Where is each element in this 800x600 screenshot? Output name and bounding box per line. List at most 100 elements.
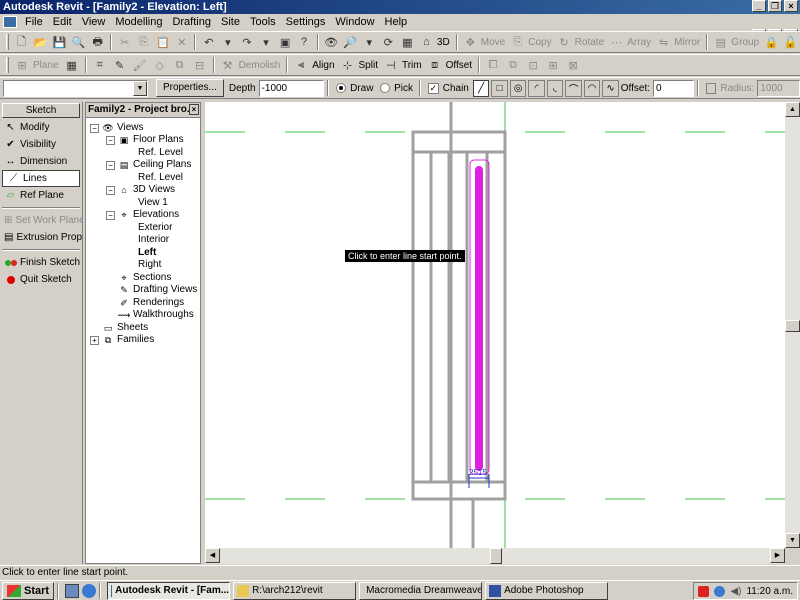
circle-tool-icon[interactable]: ◎: [509, 79, 527, 97]
menu-edit[interactable]: Edit: [48, 14, 77, 30]
rotate-icon[interactable]: ↻: [557, 34, 572, 50]
sketch-tab[interactable]: Sketch: [2, 103, 80, 118]
drawing-canvas[interactable]: 2515: [205, 102, 785, 548]
tree-node-renderings[interactable]: ✐ Renderings: [118, 297, 184, 309]
menu-help[interactable]: Help: [380, 14, 413, 30]
sketch-item-quit-sketch[interactable]: Quit Sketch: [0, 271, 82, 288]
sketch-item-dimension[interactable]: ↔ Dimension: [0, 153, 82, 170]
array-icon[interactable]: ⋯: [609, 34, 624, 50]
render-icon[interactable]: ▦: [400, 34, 415, 50]
sketch-item-visibility[interactable]: ✔ Visibility: [0, 136, 82, 153]
task-revit[interactable]: Autodesk Revit - [Fam...: [107, 581, 231, 600]
sketch-item-modify[interactable]: ↖ Modify: [0, 119, 82, 136]
radius-input[interactable]: 1000: [757, 79, 800, 97]
arc-3pt-tool-icon[interactable]: ◜: [528, 79, 545, 97]
redo-icon[interactable]: ↷: [239, 34, 254, 50]
print-icon[interactable]: 🖶: [90, 34, 105, 50]
tree-node-ceiling-plans[interactable]: − ▤ Ceiling Plans: [106, 159, 191, 171]
demolish-button[interactable]: Demolish: [239, 60, 281, 71]
horizontal-scroll-thumb[interactable]: [490, 548, 502, 564]
what-is-this-icon[interactable]: ?: [297, 34, 312, 50]
host-icon[interactable]: ⊠: [565, 57, 581, 73]
type-selector[interactable]: ▼: [3, 79, 148, 97]
tree-node-floor-ref-level[interactable]: Ref. Level: [138, 147, 183, 159]
tree-node-right[interactable]: Right: [138, 259, 161, 271]
copy-tool-icon[interactable]: ⎘: [510, 34, 525, 50]
scroll-down-icon[interactable]: ▼: [785, 533, 800, 548]
mirror-icon[interactable]: ⇋: [656, 34, 671, 50]
redo-dropdown-icon[interactable]: ▾: [259, 34, 274, 50]
spline-tool-icon[interactable]: ∿: [602, 79, 619, 97]
copy-button[interactable]: Copy: [528, 37, 551, 48]
title-bar[interactable]: Autodesk Revit - [Family2 - Elevation: L…: [0, 0, 800, 14]
internet-explorer-icon[interactable]: [82, 583, 97, 598]
tree-node-ceiling-ref-level[interactable]: Ref. Level: [138, 172, 183, 184]
draw-radio[interactable]: [336, 83, 347, 93]
unpin-icon[interactable]: ⊞: [545, 57, 561, 73]
tree-node-floor-plans[interactable]: − ▣ Floor Plans: [106, 134, 184, 146]
visibility-eye-icon[interactable]: 👁: [324, 34, 339, 50]
arc-center-tool-icon[interactable]: ◟: [546, 79, 564, 97]
tangent-arc-tool-icon[interactable]: ◠: [583, 79, 601, 97]
tree-node-3d-views[interactable]: − ⌂ 3D Views: [106, 184, 175, 196]
chevron-down-icon[interactable]: ▼: [132, 80, 147, 96]
pin-icon[interactable]: ⊡: [525, 57, 541, 73]
chain-checkbox[interactable]: ✓: [428, 82, 439, 94]
volume-icon[interactable]: ◀): [730, 586, 741, 597]
clock[interactable]: 11:20 a.m.: [746, 586, 793, 597]
align-button[interactable]: Align: [312, 60, 334, 71]
close-icon[interactable]: ×: [189, 104, 199, 115]
open-icon[interactable]: 📂: [33, 34, 48, 50]
group-icon[interactable]: ▤: [713, 34, 728, 50]
offset-input[interactable]: 0: [653, 79, 694, 97]
eyedropper-icon[interactable]: ✎: [112, 57, 128, 73]
paste-icon[interactable]: 📋: [155, 34, 170, 50]
plane-button[interactable]: Plane: [33, 60, 59, 71]
menu-window[interactable]: Window: [330, 14, 379, 30]
demolish-icon[interactable]: ⚒: [220, 57, 236, 73]
print-preview-icon[interactable]: 🔍: [71, 34, 86, 50]
array-button[interactable]: Array: [627, 37, 651, 48]
start-button[interactable]: Start: [2, 581, 55, 600]
tree-node-interior[interactable]: Interior: [138, 234, 169, 246]
properties-button[interactable]: Properties...: [155, 79, 224, 97]
sketch-item-extrusion-properties[interactable]: ▤ Extrusion Prope: [0, 229, 82, 246]
menu-modelling[interactable]: Modelling: [110, 14, 167, 30]
collapse-icon[interactable]: −: [90, 123, 99, 133]
3d-view-icon[interactable]: ⌂: [419, 34, 434, 50]
scroll-up-icon[interactable]: ▲: [785, 102, 800, 117]
vertical-scrollbar[interactable]: ▲ ▼: [785, 102, 800, 548]
line-tool-icon[interactable]: ╱: [472, 79, 490, 97]
tree-node-view-1[interactable]: View 1: [138, 197, 168, 209]
document-icon[interactable]: [3, 16, 17, 28]
split-face-icon[interactable]: ◇: [152, 57, 168, 73]
join-icon[interactable]: ⧉: [172, 57, 188, 73]
sketch-item-finish-sketch[interactable]: Finish Sketch: [0, 254, 82, 271]
menu-tools[interactable]: Tools: [245, 14, 281, 30]
delete-icon[interactable]: ✕: [174, 34, 189, 50]
menu-site[interactable]: Site: [216, 14, 245, 30]
copy-monitor-icon[interactable]: ⧠: [485, 57, 501, 73]
expand-icon[interactable]: +: [90, 335, 99, 345]
scroll-left-icon[interactable]: ◀: [205, 548, 220, 563]
sketch-item-lines[interactable]: ⟋ Lines: [2, 170, 80, 187]
group-button[interactable]: Group: [731, 37, 759, 48]
tree-node-exterior[interactable]: Exterior: [138, 222, 172, 234]
scroll-right-icon[interactable]: ▶: [770, 548, 785, 563]
restore-button[interactable]: ❐: [768, 0, 782, 12]
cut-icon[interactable]: ✂: [117, 34, 132, 50]
rotate-button[interactable]: Rotate: [575, 37, 604, 48]
align-icon[interactable]: ⫷: [293, 57, 309, 73]
trim-button[interactable]: Trim: [402, 60, 422, 71]
minimize-button[interactable]: _: [752, 0, 766, 12]
dynamic-view-icon[interactable]: ⟳: [381, 34, 396, 50]
menu-file[interactable]: File: [20, 14, 48, 30]
task-folder[interactable]: R:\arch212\revit: [233, 581, 357, 600]
tree-node-sheets[interactable]: ▭ Sheets: [102, 322, 148, 334]
horizontal-scrollbar[interactable]: ◀ ▶: [205, 548, 785, 564]
tree-node-walkthroughs[interactable]: ⟿ Walkthroughs: [118, 309, 194, 321]
grid-icon[interactable]: ▦: [64, 57, 80, 73]
zoom-icon[interactable]: 🔎: [343, 34, 358, 50]
tree-node-left[interactable]: Left: [138, 247, 156, 259]
undo-icon[interactable]: ↶: [201, 34, 216, 50]
